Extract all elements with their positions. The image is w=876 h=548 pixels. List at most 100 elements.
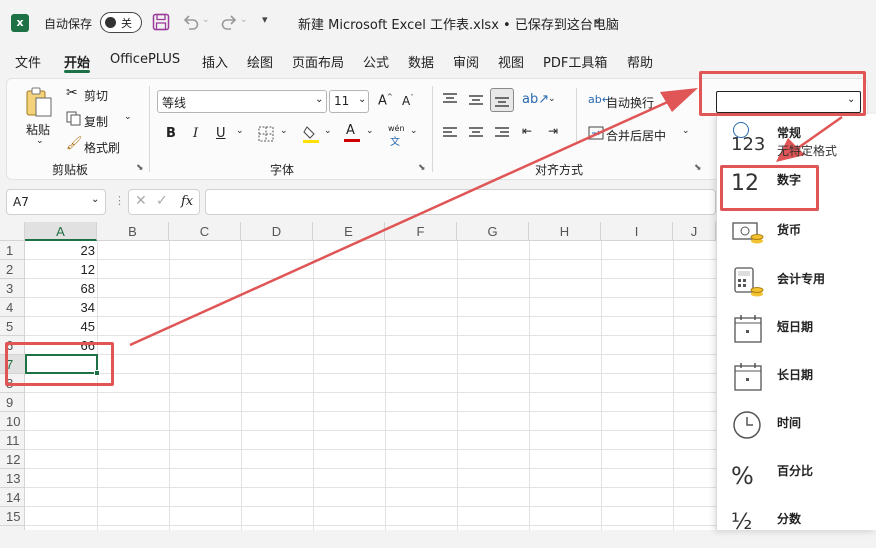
tab-data[interactable]: 数据 (408, 52, 434, 71)
align-top-icon[interactable] (442, 93, 458, 107)
row-header[interactable]: 9 (0, 393, 25, 412)
border-dropdown-icon[interactable]: ⌄ (280, 126, 288, 136)
font-color-icon[interactable]: A (344, 123, 360, 143)
column-header[interactable]: C (169, 222, 241, 241)
row-header[interactable]: 1 (0, 241, 25, 260)
align-left-icon[interactable] (442, 126, 458, 140)
merge-center-icon[interactable] (588, 126, 604, 140)
row-header[interactable]: 8 (0, 374, 25, 393)
cell-value[interactable]: 66 (25, 336, 95, 355)
format-painter-label[interactable]: 格式刷 (84, 139, 120, 156)
row-header[interactable]: 4 (0, 298, 25, 317)
align-bottom-button[interactable] (490, 88, 514, 112)
pinyin-dropdown-icon[interactable]: ⌄ (410, 126, 418, 136)
column-header[interactable]: H (529, 222, 601, 241)
quick-access-customize-icon[interactable]: ▾ (262, 13, 268, 26)
number-format-item[interactable]: 12 数字 (717, 163, 875, 209)
undo-dropdown-icon[interactable]: ⌄ (202, 15, 210, 25)
font-name-select[interactable]: 等线 ⌄ (157, 90, 327, 113)
tab-view[interactable]: 视图 (498, 52, 524, 71)
merge-center-label[interactable]: 合并后居中 (606, 127, 666, 144)
paste-icon[interactable] (24, 86, 54, 118)
cell-value[interactable]: 68 (25, 279, 95, 298)
tab-draw[interactable]: 绘图 (247, 52, 273, 71)
cut-icon[interactable]: ✂ (66, 85, 78, 101)
number-format-item[interactable]: % 百分比 (717, 454, 875, 500)
column-header[interactable]: B (97, 222, 169, 241)
redo-icon[interactable] (220, 13, 238, 31)
italic-button[interactable]: I (193, 126, 198, 141)
tab-help[interactable]: 帮助 (627, 52, 653, 71)
tab-file[interactable]: 文件 (15, 52, 41, 71)
underline-dropdown-icon[interactable]: ⌄ (236, 126, 244, 136)
row-header[interactable]: 15 (0, 507, 25, 526)
cell-value[interactable]: 45 (25, 317, 95, 336)
row-header[interactable]: 7 (0, 355, 25, 374)
tab-officeplus[interactable]: OfficePLUS (110, 52, 180, 67)
formula-input[interactable] (205, 189, 716, 215)
wrap-text-label[interactable]: 自动换行 (606, 94, 654, 111)
active-cell[interactable] (25, 354, 98, 374)
cancel-icon[interactable]: ✕ (135, 193, 147, 209)
align-middle-icon[interactable] (468, 93, 484, 107)
title-chevron-down-icon[interactable]: ⌄ (592, 12, 603, 27)
row-header[interactable]: 5 (0, 317, 25, 336)
orientation-dropdown-icon[interactable]: ⌄ (548, 94, 556, 104)
column-header[interactable]: E (313, 222, 385, 241)
number-format-item[interactable]: 长日期 (717, 358, 875, 404)
format-painter-icon[interactable]: 🖌 (66, 136, 83, 151)
number-format-item[interactable]: 时间 (717, 406, 875, 452)
select-all-corner[interactable] (0, 222, 25, 241)
fill-handle[interactable] (94, 370, 100, 376)
row-header[interactable]: 11 (0, 431, 25, 450)
worksheet-grid[interactable]: A B C D E F G H I J 1 2 3 4 5 6 7 8 9 10 11 12 13 14 15 23 12 68 34 4… (0, 222, 716, 530)
align-right-icon[interactable] (494, 126, 510, 140)
number-format-item[interactable]: ½ 分数 (717, 502, 875, 548)
number-format-item[interactable]: 会计专用 (717, 262, 875, 308)
column-header[interactable]: G (457, 222, 529, 241)
tab-formulas[interactable]: 公式 (363, 52, 389, 71)
cell-value[interactable]: 34 (25, 298, 95, 317)
column-header[interactable]: J (673, 222, 716, 241)
cut-label[interactable]: 剪切 (84, 87, 108, 104)
tab-pdf-toolbox[interactable]: PDF工具箱 (543, 52, 607, 71)
copy-icon[interactable] (66, 111, 81, 126)
number-format-item[interactable]: 货币 (717, 213, 875, 259)
merge-dropdown-icon[interactable]: ⌄ (682, 126, 690, 136)
border-icon[interactable] (258, 126, 274, 142)
column-header[interactable]: A (25, 222, 97, 241)
column-header[interactable]: F (385, 222, 457, 241)
bold-button[interactable]: B (166, 126, 176, 141)
redo-dropdown-icon[interactable]: ⌄ (240, 15, 248, 25)
tab-page-layout[interactable]: 页面布局 (292, 52, 344, 71)
pinyin-guide-icon[interactable]: wén (388, 124, 405, 133)
number-format-item[interactable]: 短日期 (717, 310, 875, 356)
increase-font-size-icon[interactable]: A^ (378, 93, 393, 108)
increase-indent-icon[interactable]: ⇥ (548, 124, 558, 138)
save-icon[interactable] (152, 13, 170, 31)
undo-icon[interactable] (182, 13, 200, 31)
enter-icon[interactable]: ✓ (156, 193, 168, 209)
decrease-font-size-icon[interactable]: Aˇ (402, 94, 414, 108)
column-header[interactable]: D (241, 222, 313, 241)
align-center-icon[interactable] (468, 126, 484, 140)
row-header[interactable]: 3 (0, 279, 25, 298)
row-header[interactable]: 14 (0, 488, 25, 507)
alignment-launcher-icon[interactable]: ⬊ (694, 163, 702, 173)
tab-home[interactable]: 开始 (64, 52, 90, 71)
pinyin-char-icon[interactable]: 文 (390, 133, 400, 148)
tab-insert[interactable]: 插入 (202, 52, 228, 71)
row-header[interactable]: 2 (0, 260, 25, 279)
row-header[interactable]: 13 (0, 469, 25, 488)
copy-dropdown-icon[interactable]: ⌄ (124, 112, 132, 122)
insert-function-icon[interactable]: fx (181, 194, 193, 209)
row-header[interactable]: 10 (0, 412, 25, 431)
fill-color-dropdown-icon[interactable]: ⌄ (324, 126, 332, 136)
font-color-dropdown-icon[interactable]: ⌄ (366, 126, 374, 136)
orientation-icon[interactable]: ab↗ (522, 92, 549, 107)
paste-dropdown-icon[interactable]: ⌄ (36, 136, 44, 146)
number-format-select[interactable]: ⌄ (716, 91, 861, 113)
autosave-toggle[interactable]: 关 (100, 12, 142, 33)
copy-label[interactable]: 复制 (84, 113, 108, 130)
number-format-item[interactable]: 123 常规 无特定格式 (717, 118, 875, 164)
